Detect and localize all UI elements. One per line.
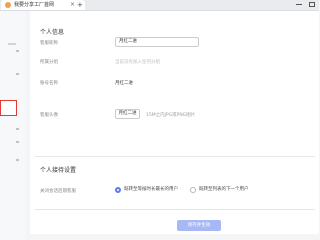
group-label: 所属分组 [40, 60, 58, 65]
sidebar-marker [16, 159, 19, 161]
sidebar [0, 11, 26, 240]
sidebar-marker [16, 73, 19, 75]
sidebar-marker [16, 50, 19, 52]
section-title-reception: 个人接待设置 [40, 167, 77, 174]
avatar-label: 客服头像 [40, 113, 58, 118]
sidebar-marker [16, 128, 19, 130]
radio-longest-wait[interactable] [115, 187, 121, 193]
maximize-icon[interactable] [309, 2, 315, 7]
close-tab-icon[interactable]: × [70, 0, 75, 10]
sidebar-item-selected[interactable] [0, 100, 17, 116]
account-label: 账号名称 [40, 81, 58, 86]
radio-label-next-user[interactable]: 既转至列表的下一个用户 [199, 187, 249, 193]
tab-title: 我要分享工厂首网 [14, 2, 55, 8]
minimize-icon[interactable] [296, 4, 302, 5]
account-value: 月红二进 [115, 81, 133, 86]
favicon-icon [5, 2, 11, 8]
browser-tab[interactable]: 我要分享工厂首网 × [1, 0, 85, 10]
section-title-profile: 个人信息 [40, 29, 65, 36]
radio-next-user[interactable] [190, 187, 196, 193]
footer-divider [35, 209, 315, 210]
section-divider [35, 156, 315, 157]
new-tab-icon[interactable]: + [77, 0, 83, 10]
browser-tab-bar: 我要分享工厂首网 × + [0, 0, 319, 11]
nickname-input[interactable]: 月红二进 [115, 37, 199, 47]
session-label: 关闭会话后期客服 [40, 189, 76, 194]
avatar-hint: 15M之内JPG或PNG图片 [146, 113, 196, 118]
nickname-label: 客服昵称 [40, 41, 58, 46]
save-button[interactable]: 保存并生效 [177, 220, 221, 231]
group-placeholder: 当前没有加入任何分组 [115, 60, 160, 65]
sidebar-item[interactable] [8, 43, 16, 45]
radio-label-longest-wait[interactable]: 既转至等候时长最长的用户 [124, 187, 178, 193]
avatar-upload-button[interactable]: 月红二进 [115, 109, 140, 119]
settings-panel: 个人信息 客服昵称 月红二进 所属分组 当前没有加入任何分组 账号名称 月红二进… [30, 11, 319, 234]
sidebar-marker [16, 141, 19, 143]
